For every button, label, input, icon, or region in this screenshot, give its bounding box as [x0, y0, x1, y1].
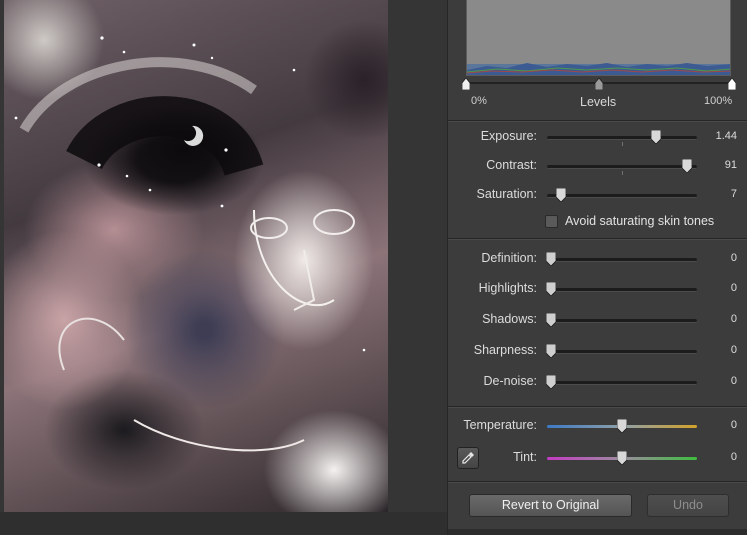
photo-artwork — [14, 36, 366, 452]
sharpness-label: Sharpness: — [473, 343, 537, 357]
definition-value: 0 — [730, 252, 737, 264]
highlights-slider-track[interactable] — [547, 288, 697, 292]
contrast-label: Contrast: — [486, 158, 537, 172]
revert-to-original-button[interactable]: Revert to Original — [469, 494, 632, 517]
canvas-bottom-edge — [0, 512, 447, 535]
temperature-value: 0 — [730, 419, 737, 431]
levels-white-point-handle[interactable] — [728, 78, 736, 90]
avoid-skin-tones-label[interactable]: Avoid saturating skin tones — [565, 214, 714, 228]
levels-max-label: 100% — [704, 95, 733, 107]
histogram-graph — [467, 63, 730, 75]
adjust-panel: 0% Levels 100% Exposure: 1.44 Contrast: … — [447, 0, 747, 535]
edited-photo[interactable] — [4, 0, 388, 512]
contrast-slider-knob[interactable] — [681, 159, 692, 173]
shadows-row: Shadows: 0 — [448, 310, 747, 330]
saturation-slider-track[interactable] — [547, 194, 697, 198]
highlights-slider-knob[interactable] — [546, 282, 556, 296]
saturation-label: Saturation: — [476, 187, 537, 201]
exposure-center-tick — [622, 142, 623, 146]
denoise-slider-knob[interactable] — [546, 375, 556, 389]
divider — [448, 120, 747, 121]
levels-min-label: 0% — [471, 95, 487, 107]
shadows-slider-knob[interactable] — [546, 313, 556, 327]
saturation-slider-knob[interactable] — [555, 188, 566, 202]
exposure-label: Exposure: — [480, 129, 537, 143]
exposure-slider-track[interactable] — [547, 136, 697, 140]
sharpness-slider-knob[interactable] — [546, 344, 556, 358]
panel-bottom-edge — [448, 529, 747, 535]
definition-label: Definition: — [481, 251, 537, 265]
highlights-label: Highlights: — [478, 281, 537, 295]
divider — [448, 238, 747, 239]
sharpness-slider-track[interactable] — [547, 350, 697, 354]
levels-black-point-handle[interactable] — [462, 78, 470, 90]
denoise-value: 0 — [730, 375, 737, 387]
shadows-slider-track[interactable] — [547, 319, 697, 323]
exposure-value: 1.44 — [715, 130, 737, 142]
definition-slider-knob[interactable] — [546, 252, 556, 266]
sharpness-value: 0 — [730, 344, 737, 356]
tint-slider-knob[interactable] — [617, 451, 627, 465]
histogram — [466, 0, 731, 76]
temperature-label: Temperature: — [463, 418, 537, 432]
contrast-row: Contrast: 91 — [448, 156, 747, 176]
shadows-value: 0 — [730, 313, 737, 325]
denoise-label: De-noise: — [483, 374, 538, 388]
contrast-slider-track[interactable] — [547, 165, 697, 169]
temperature-slider-knob[interactable] — [617, 419, 627, 433]
avoid-skin-tones-checkbox[interactable] — [545, 215, 558, 228]
sharpness-row: Sharpness: 0 — [448, 341, 747, 361]
levels-label: Levels — [580, 95, 617, 109]
definition-slider-track[interactable] — [547, 258, 697, 262]
photo-canvas[interactable] — [0, 0, 447, 535]
divider — [448, 406, 747, 407]
undo-button[interactable]: Undo — [647, 494, 729, 517]
saturation-value: 7 — [730, 188, 737, 200]
exposure-row: Exposure: 1.44 — [448, 127, 747, 147]
tint-label: Tint: — [513, 450, 537, 464]
definition-row: Definition: 0 — [448, 249, 747, 269]
contrast-value: 91 — [724, 159, 737, 171]
temperature-row: Temperature: 0 — [448, 416, 747, 436]
saturation-row: Saturation: 7 — [448, 185, 747, 205]
tint-value: 0 — [730, 451, 737, 463]
exposure-slider-knob[interactable] — [651, 130, 662, 144]
divider — [448, 481, 747, 482]
highlights-value: 0 — [730, 282, 737, 294]
denoise-row: De-noise: 0 — [448, 372, 747, 392]
highlights-row: Highlights: 0 — [448, 279, 747, 299]
levels-midpoint-handle[interactable] — [595, 78, 603, 90]
shadows-label: Shadows: — [482, 312, 537, 326]
contrast-center-tick — [622, 171, 623, 175]
denoise-slider-track[interactable] — [547, 381, 697, 385]
tint-row: Tint: 0 — [448, 448, 747, 468]
